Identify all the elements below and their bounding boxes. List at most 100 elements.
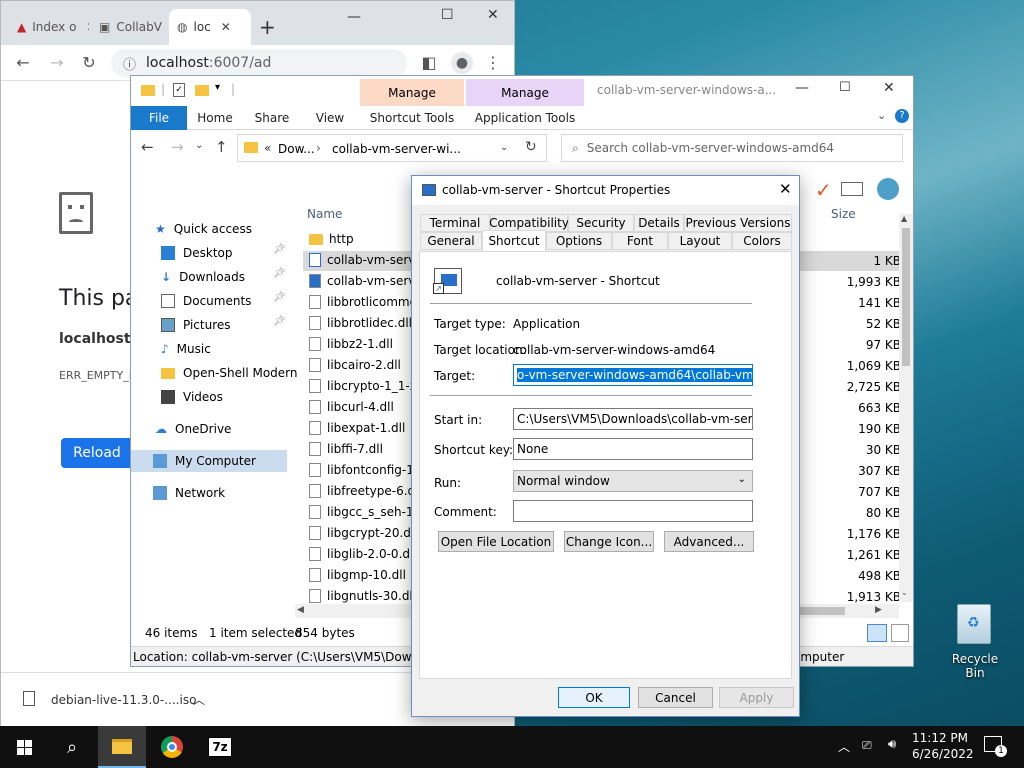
tab-shortcut[interactable]: Shortcut <box>482 230 546 251</box>
minimize-icon[interactable]: — <box>795 80 809 96</box>
checkmark-icon[interactable]: ✓ <box>815 178 832 202</box>
globe-icon[interactable] <box>877 178 899 200</box>
ribbon-tab-view[interactable]: View <box>303 107 357 129</box>
address-bar[interactable]: « Dow... › collab-vm-server-wi... ⌄ ↻ <box>237 134 547 162</box>
tab-details[interactable]: Details <box>634 214 684 232</box>
tab-colors[interactable]: Colors <box>732 232 792 250</box>
properties-icon[interactable]: ✓ <box>173 83 185 97</box>
notification-icon[interactable]: 1 <box>984 736 1007 757</box>
file-name: libbrotlidec.dll <box>327 316 411 330</box>
breadcrumb-downloads[interactable]: Dow... <box>278 142 315 156</box>
sidebar-item-downloads[interactable]: ↓ Downloads <box>161 266 245 288</box>
apply-button[interactable]: Apply <box>719 687 794 708</box>
column-header-name[interactable]: Name <box>307 207 342 221</box>
show-hidden-icons[interactable]: ︿ <box>838 738 850 755</box>
cancel-button[interactable]: Cancel <box>638 687 713 708</box>
ribbon-expand-icon[interactable]: ⌄ <box>877 109 886 122</box>
change-icon-button[interactable]: Change Icon... <box>564 531 654 552</box>
scroll-left-icon[interactable]: ◀ <box>297 605 304 615</box>
up-arrow-icon[interactable]: ↑ <box>215 138 228 156</box>
recent-locations-icon[interactable]: ⌄ <box>195 140 203 151</box>
forward-arrow-icon[interactable]: → <box>47 53 67 72</box>
reload-button[interactable]: Reload <box>61 438 133 468</box>
customize-qat-icon[interactable]: ▾ <box>215 82 220 93</box>
start-button[interactable] <box>0 726 48 768</box>
advanced-button[interactable]: Advanced... <box>664 531 754 552</box>
ok-button[interactable]: OK <box>558 687 630 708</box>
start-in-input[interactable]: C:\Users\VM5\Downloads\collab-vm-server-… <box>513 408 753 430</box>
maximize-icon[interactable]: ☐ <box>839 80 851 95</box>
help-icon[interactable]: ? <box>895 109 909 123</box>
tab-security[interactable]: Security <box>568 214 634 232</box>
maximize-icon[interactable]: ☐ <box>441 7 454 23</box>
details-view-icon[interactable] <box>867 624 887 642</box>
run-select[interactable]: Normal window ⌄ <box>513 470 753 492</box>
sidebar-item-network[interactable]: Network <box>153 482 225 504</box>
side-panel-icon[interactable]: ◧ <box>419 53 439 72</box>
ribbon-tab-shortcut-tools[interactable]: Shortcut Tools <box>360 107 464 129</box>
sidebar-item-my-computer[interactable]: My Computer <box>131 450 287 472</box>
search-button[interactable]: ⌕ <box>48 726 96 768</box>
close-window-icon[interactable]: ✕ <box>883 80 895 96</box>
tab-layout[interactable]: Layout <box>668 232 732 250</box>
large-icons-view-icon[interactable] <box>891 624 909 642</box>
chrome-tab-localhost[interactable]: ◍ loc ✕ <box>169 9 251 45</box>
open-file-location-button[interactable]: Open File Location <box>438 531 554 552</box>
sidebar-item-music[interactable]: ♪ Music <box>161 338 211 360</box>
sidebar-item-open-shell[interactable]: Open-Shell Modern <box>161 362 298 384</box>
refresh-icon[interactable]: ↻ <box>525 139 537 155</box>
tab-font[interactable]: Font <box>612 232 668 250</box>
back-arrow-icon[interactable]: ← <box>141 138 154 156</box>
volume-icon[interactable]: 🔊︎ <box>888 737 896 752</box>
search-box[interactable]: ⌕ Search collab-vm-server-windows-amd64 <box>561 134 903 162</box>
close-tab-icon[interactable]: ✕ <box>221 20 231 34</box>
sidebar-item-pictures[interactable]: Pictures <box>161 314 231 336</box>
scrollbar-thumb[interactable] <box>902 228 910 366</box>
close-dialog-icon[interactable]: ✕ <box>779 180 792 198</box>
taskbar-7zip[interactable]: 7z <box>196 726 244 768</box>
minimize-icon[interactable]: — <box>347 9 361 25</box>
profile-avatar-icon[interactable]: ● <box>451 52 473 74</box>
ribbon-tab-share[interactable]: Share <box>247 107 297 129</box>
ribbon-tab-application-tools[interactable]: Application Tools <box>466 107 584 129</box>
target-input[interactable]: o-vm-server-windows-amd64\collab-vm-serv… <box>513 364 753 386</box>
sidebar-item-quick-access[interactable]: ★ Quick access <box>155 218 252 240</box>
download-menu-icon[interactable]: ︿ <box>193 691 205 708</box>
chrome-tab-index[interactable]: ▲ Index o ✕ <box>9 9 89 45</box>
new-tab-button[interactable]: + <box>259 15 276 39</box>
tab-options[interactable]: Options <box>546 232 612 250</box>
close-tab-icon[interactable]: ✕ <box>86 20 89 34</box>
chrome-tab-collabvm[interactable]: ▣ CollabV <box>91 9 167 45</box>
taskbar-chrome[interactable] <box>148 726 196 768</box>
rename-icon[interactable] <box>841 182 863 196</box>
shortcut-key-input[interactable]: None <box>513 438 753 460</box>
ribbon-tab-file[interactable]: File <box>131 106 187 130</box>
sidebar-item-onedrive[interactable]: ☁ OneDrive <box>155 418 231 440</box>
sidebar-item-desktop[interactable]: Desktop <box>161 242 233 264</box>
menu-kebab-icon[interactable]: ⋮ <box>483 53 503 72</box>
sidebar-item-videos[interactable]: Videos <box>161 386 223 408</box>
comment-input[interactable] <box>513 500 753 522</box>
breadcrumb-folder[interactable]: collab-vm-server-wi... <box>332 142 461 156</box>
scroll-down-icon[interactable]: ⌄ <box>901 588 908 597</box>
forward-arrow-icon[interactable]: → <box>171 138 184 156</box>
clock[interactable]: 11:12 PM 6/26/2022 <box>912 731 974 761</box>
new-folder-icon[interactable] <box>195 85 209 96</box>
tab-general[interactable]: General <box>420 232 482 250</box>
tab-previous-versions[interactable]: Previous Versions <box>684 214 792 232</box>
scroll-right-icon[interactable]: ▶ <box>875 605 882 615</box>
back-arrow-icon[interactable]: ← <box>13 53 33 72</box>
address-dropdown-icon[interactable]: ⌄ <box>500 142 508 153</box>
vertical-scrollbar[interactable]: ▲ ⌄ <box>899 214 913 602</box>
scroll-up-icon[interactable]: ▲ <box>901 214 907 223</box>
refresh-icon[interactable]: ↻ <box>79 53 99 72</box>
sidebar-item-documents[interactable]: Documents <box>161 290 251 312</box>
ribbon-tab-home[interactable]: Home <box>189 107 241 129</box>
tab-terminal[interactable]: Terminal <box>420 214 490 232</box>
recycle-bin-shortcut[interactable]: ♻︎ Recycle Bin <box>942 602 1008 680</box>
close-window-icon[interactable]: ✕ <box>487 7 499 23</box>
download-item[interactable]: debian-live-11.3.0-....iso <box>51 693 196 707</box>
address-bar[interactable]: ⓘ localhost:6007/ad <box>111 49 407 77</box>
network-tray-icon[interactable]: ⎚ <box>862 738 872 753</box>
taskbar-file-explorer[interactable] <box>98 726 146 768</box>
